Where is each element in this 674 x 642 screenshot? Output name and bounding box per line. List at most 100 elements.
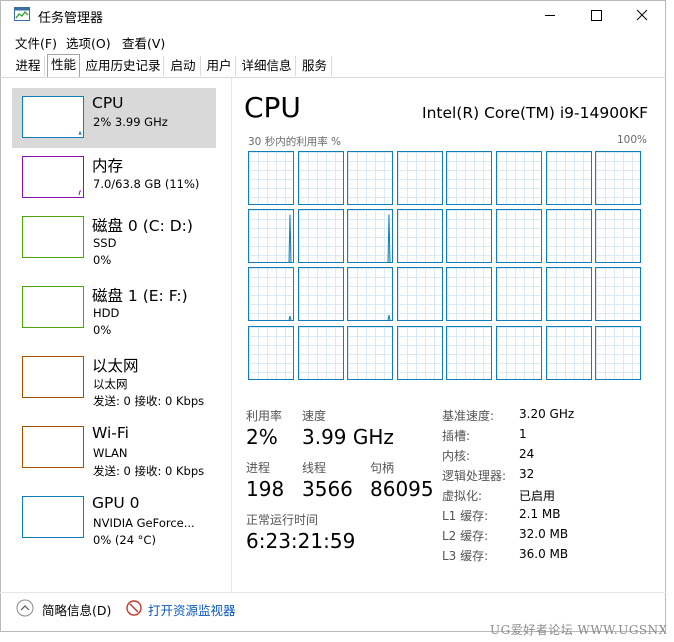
title-bar[interactable]: 任务管理器: [0, 0, 666, 30]
sidebar-item-title: 磁盘 0 (C: D:): [92, 217, 193, 235]
panel-divider: [231, 78, 232, 592]
tab-app-history[interactable]: 应用历史记录: [83, 56, 164, 76]
logical-processor-graph: [545, 151, 592, 205]
spec-label: L3 缓存:: [442, 549, 489, 563]
logical-processor-graph: [595, 325, 642, 380]
menu-options[interactable]: 选项(O): [66, 33, 111, 52]
handles-value: 86095: [370, 477, 434, 501]
spec-label: 基准速度:: [442, 409, 495, 423]
handles-label: 句柄: [370, 461, 395, 475]
utilization-value: 2%: [246, 425, 278, 449]
maximize-button[interactable]: [573, 0, 619, 30]
sidebar-item-wifi[interactable]: Wi-Fi WLAN 发送: 0 接收: 0 Kbps: [12, 418, 216, 478]
logical-processor-graph: [297, 209, 344, 264]
logical-processor-graph: [496, 151, 542, 205]
sidebar-item-detail: 发送: 0 接收: 0 Kbps: [93, 464, 205, 478]
logical-processor-graph: [396, 151, 443, 205]
logical-processor-graph: [496, 325, 542, 380]
spec-label: 内核:: [442, 449, 471, 463]
processes-value: 198: [246, 477, 285, 501]
sidebar-item-detail: 0%: [93, 323, 112, 337]
tab-services[interactable]: 服务: [298, 56, 332, 76]
wifi-thumbnail-graph: [22, 426, 84, 468]
spec-label: 逻辑处理器:: [442, 469, 507, 483]
close-button[interactable]: [619, 0, 665, 30]
sidebar-item-title: GPU 0: [92, 494, 140, 512]
minimize-button[interactable]: [527, 0, 573, 30]
sidebar-item-detail: 2% 3.99 GHz: [93, 115, 168, 129]
spec-value: 已启用: [519, 489, 556, 503]
logical-processor-graph: [545, 209, 592, 264]
menu-view[interactable]: 查看(V): [122, 33, 165, 52]
sidebar-item-detail: NVIDIA GeForce...: [93, 516, 195, 530]
logical-processor-graph: [396, 267, 443, 322]
logical-processor-graph: [595, 209, 642, 264]
chevron-up-icon: [16, 599, 34, 617]
spec-value: 3.20 GHz: [519, 407, 575, 421]
cpu-thumbnail-graph: [22, 96, 84, 138]
sidebar-item-detail: 以太网: [93, 377, 128, 391]
sidebar-item-ethernet[interactable]: 以太网 以太网 发送: 0 接收: 0 Kbps: [12, 348, 216, 408]
logical-processor-graph: [545, 325, 592, 380]
minimize-icon: [545, 15, 555, 16]
memory-thumbnail-graph: [22, 156, 84, 198]
logical-processor-graph: [396, 325, 443, 380]
utilization-label: 利用率: [246, 409, 283, 423]
spec-label: L2 缓存:: [442, 529, 489, 543]
spec-label: 插槽:: [442, 429, 471, 443]
logical-processor-graph: [446, 209, 493, 264]
tab-performance[interactable]: 性能: [47, 54, 80, 77]
close-icon: [636, 9, 648, 21]
sidebar-item-title: CPU: [92, 94, 124, 112]
sidebar-item-detail: SSD: [93, 236, 117, 250]
sidebar-item-disk-0[interactable]: 磁盘 0 (C: D:) SSD 0%: [12, 208, 216, 268]
tab-users[interactable]: 用户: [203, 56, 236, 76]
graph-max-label: 100%: [616, 134, 647, 146]
sidebar-item-detail: 发送: 0 接收: 0 Kbps: [93, 394, 205, 408]
threads-value: 3566: [302, 477, 353, 501]
disk0-thumbnail-graph: [22, 216, 84, 258]
desktop-edge: [666, 0, 674, 642]
sidebar-item-title: 以太网: [92, 357, 139, 375]
logical-processor-graph: [446, 151, 493, 205]
uptime-label: 正常运行时间: [246, 513, 319, 527]
cpu-usage-spike: [288, 214, 292, 263]
sidebar-item-cpu[interactable]: CPU 2% 3.99 GHz: [12, 88, 216, 148]
tab-startup[interactable]: 启动: [166, 56, 201, 76]
logical-processor-graph: [347, 209, 394, 264]
sidebar-item-detail: HDD: [93, 306, 120, 320]
sidebar-item-gpu-0[interactable]: GPU 0 NVIDIA GeForce... 0% (24 °C): [12, 488, 216, 548]
threads-label: 线程: [302, 461, 327, 475]
maximize-icon: [591, 10, 602, 21]
gpu-thumbnail-graph: [22, 496, 84, 538]
spec-value: 36.0 MB: [519, 547, 569, 561]
logical-processor-graph: [347, 151, 394, 205]
tab-processes[interactable]: 进程: [12, 56, 45, 76]
tab-details[interactable]: 详细信息: [238, 56, 296, 76]
sidebar-item-memory[interactable]: 内存 7.0/63.8 GB (11%): [12, 148, 216, 208]
cpu-usage-spike: [288, 316, 292, 321]
resource-monitor-icon: [126, 600, 142, 616]
sidebar-item-title: Wi-Fi: [92, 424, 129, 442]
fewer-details-label: 简略信息(D): [42, 603, 112, 618]
logical-processor-graph: [496, 209, 542, 264]
sidebar-item-detail: 0% (24 °C): [93, 533, 156, 547]
logical-processor-graph: [347, 325, 394, 380]
sidebar-item-disk-1[interactable]: 磁盘 1 (E: F:) HDD 0%: [12, 278, 216, 338]
spec-value: 2.1 MB: [519, 507, 561, 521]
spec-value: 32: [519, 467, 535, 481]
logical-processor-graph: [496, 267, 542, 322]
disk1-thumbnail-graph: [22, 286, 84, 328]
logical-processor-graph: [595, 267, 642, 322]
menu-file[interactable]: 文件(F): [15, 33, 57, 52]
sidebar-item-title: 内存: [92, 157, 124, 175]
spec-value: 32.0 MB: [519, 527, 569, 541]
spec-label: 虚拟化:: [442, 489, 483, 503]
cpu-model-name: Intel(R) Core(TM) i9-14900KF: [422, 104, 648, 122]
processes-label: 进程: [246, 461, 271, 475]
cpu-usage-spike: [387, 214, 391, 263]
speed-label: 速度: [302, 409, 327, 423]
logical-processor-graph: [248, 267, 294, 322]
logical-processor-graph: [248, 209, 294, 264]
sidebar-item-detail: 0%: [93, 253, 112, 267]
